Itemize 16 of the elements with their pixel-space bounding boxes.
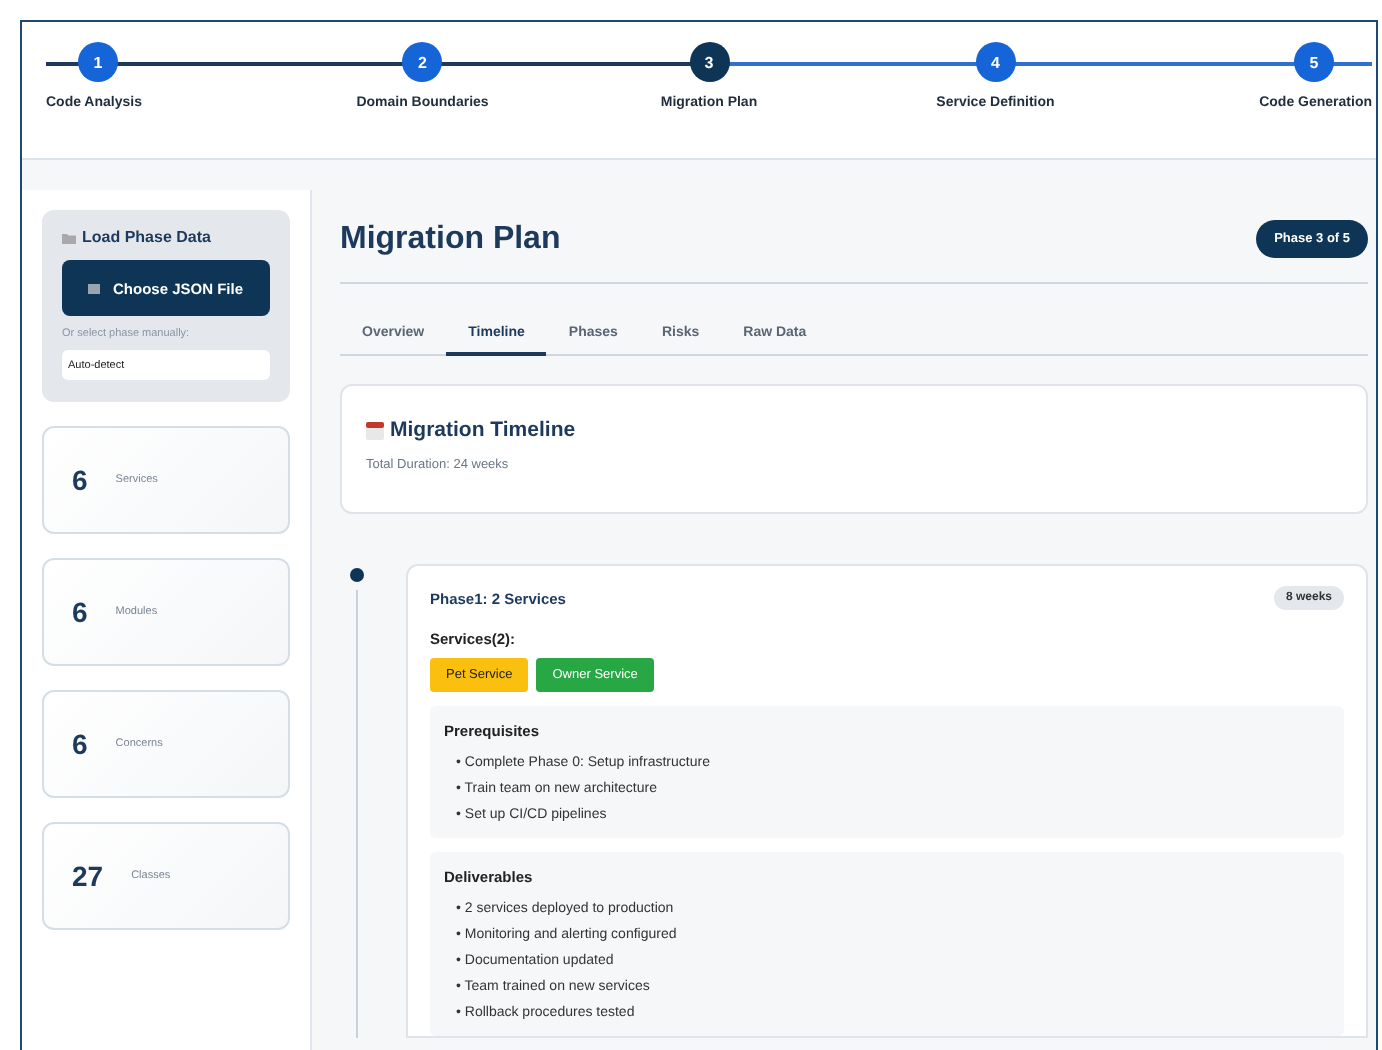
file-icon [88,283,101,293]
step-circle[interactable]: 5 [1294,42,1334,82]
calendar-icon [366,421,384,439]
stat-value: 6 [72,464,88,496]
timeline-dot [350,568,364,582]
stat-value: 27 [72,860,104,892]
page-title: Migration Plan [340,221,561,257]
folder-icon [62,231,76,243]
step-circle[interactable]: 4 [975,42,1016,82]
card-title: Migration Timeline [390,418,576,442]
stat-value: 6 [72,596,88,628]
step-circle[interactable]: 2 [402,42,443,82]
stat-value: 6 [72,728,88,760]
panel-title: Load Phase Data [82,228,211,246]
step-circle[interactable]: 3 [689,42,729,82]
step-circle[interactable]: 1 [78,42,118,82]
